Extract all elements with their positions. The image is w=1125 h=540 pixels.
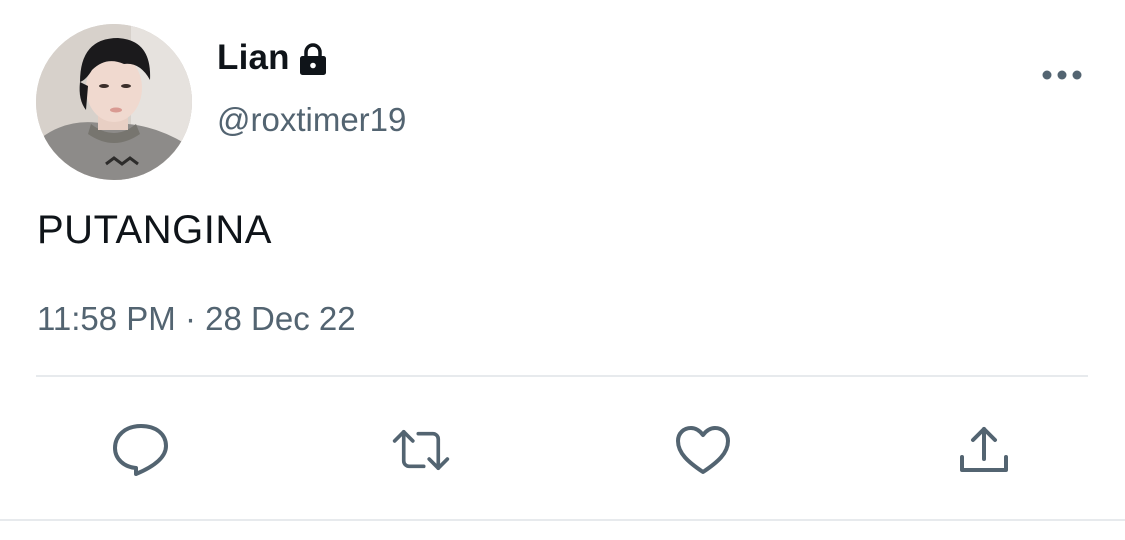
share-button[interactable] (954, 420, 1014, 480)
display-name[interactable]: Lian (217, 38, 290, 78)
tweet-timestamp[interactable]: 11:58 PM · 28 Dec 22 (37, 300, 356, 338)
retweet-icon (392, 430, 450, 470)
retweet-button[interactable] (391, 420, 451, 480)
heart-icon (676, 426, 730, 474)
divider (36, 375, 1088, 377)
tweet-text: PUTANGINA (37, 208, 272, 252)
handle[interactable]: @roxtimer19 (217, 101, 406, 139)
more-icon[interactable] (1041, 66, 1083, 84)
avatar[interactable] (36, 24, 192, 180)
share-icon (960, 427, 1008, 472)
reply-button[interactable] (111, 420, 171, 480)
tweet: Lian @roxtimer19 PUTANGINA 11:58 PM · 28… (0, 0, 1125, 540)
bottom-divider (0, 519, 1125, 521)
tweet-date: 28 Dec 22 (205, 300, 356, 337)
like-button[interactable] (673, 420, 733, 480)
lock-icon (300, 43, 326, 75)
timestamp-separator: · (184, 300, 196, 337)
tweet-time: 11:58 PM (37, 300, 176, 337)
reply-icon (113, 424, 168, 476)
